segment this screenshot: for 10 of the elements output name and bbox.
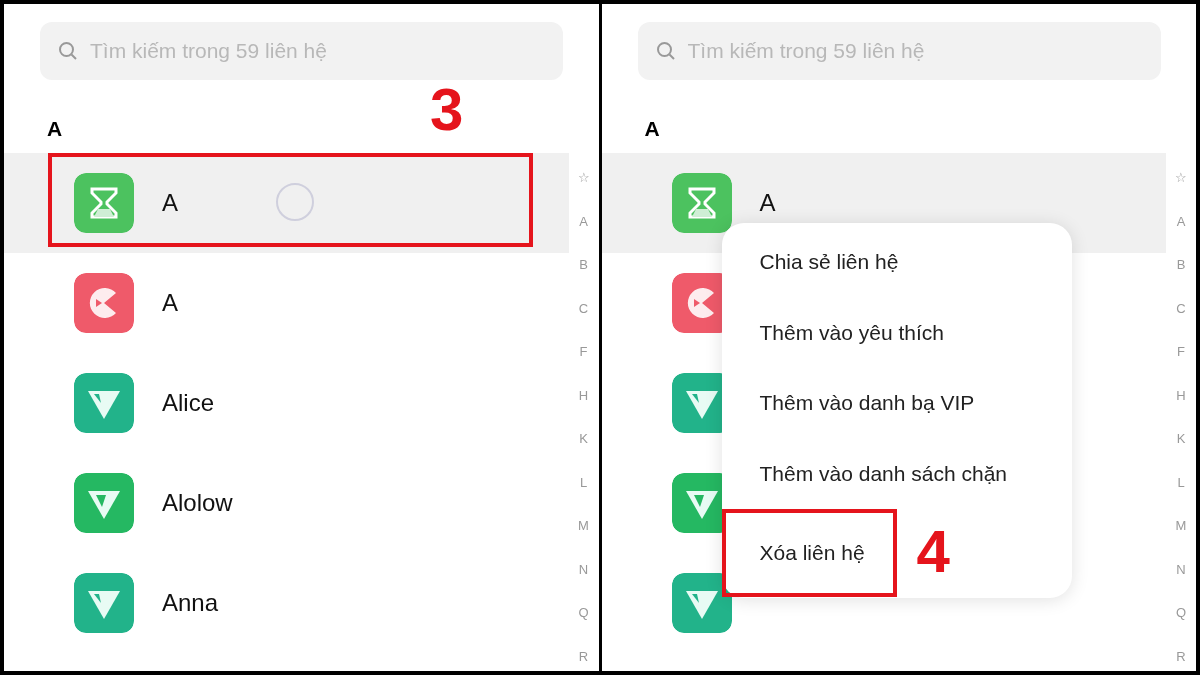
contact-name: Alolow	[162, 489, 233, 517]
step-number: 3	[430, 80, 464, 140]
contact-name: Alice	[162, 389, 215, 417]
contact-name: A	[759, 189, 776, 217]
contact-name: A	[162, 189, 178, 217]
contact-name: Anna	[162, 589, 219, 617]
contact-name: A	[162, 289, 178, 317]
step-number: 4	[916, 522, 950, 582]
section-header: A	[47, 117, 63, 141]
section-header: A	[644, 117, 660, 141]
